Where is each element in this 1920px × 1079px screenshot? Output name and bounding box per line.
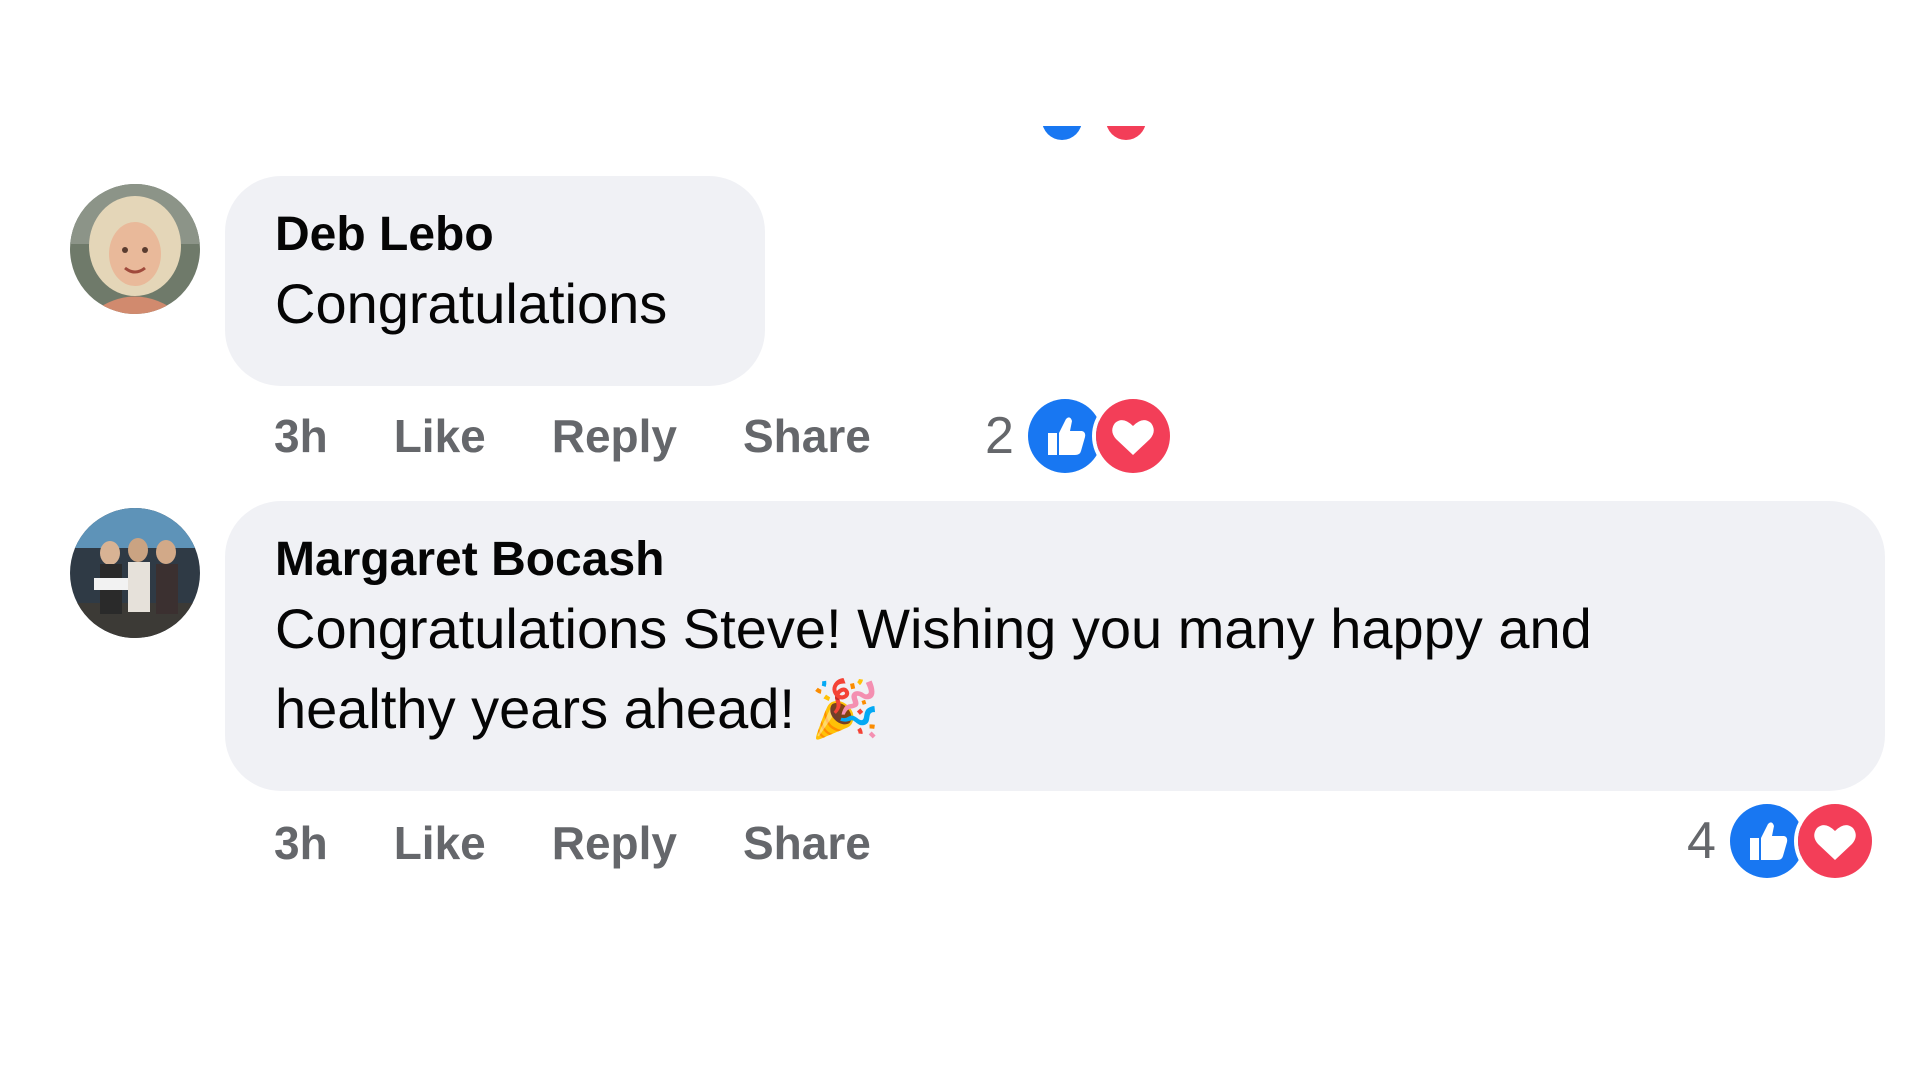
share-button[interactable]: Share (743, 816, 871, 870)
reply-button[interactable]: Reply (552, 409, 677, 463)
avatar[interactable] (70, 508, 200, 638)
comment-timestamp[interactable]: 3h (274, 409, 328, 463)
reaction-summary[interactable]: 4 (1687, 800, 1876, 882)
comment-actions: 3h Like Reply Share (274, 404, 937, 468)
reaction-summary[interactable]: 2 (985, 395, 1174, 477)
previous-comment-reactions (1038, 126, 1158, 146)
love-icon (1793, 800, 1876, 882)
comment-text: Congratulations (275, 272, 668, 335)
love-icon (1091, 395, 1174, 477)
like-icon (1042, 126, 1082, 140)
comment-timestamp[interactable]: 3h (274, 816, 328, 870)
reply-button[interactable]: Reply (552, 816, 677, 870)
comment-bubble: Margaret Bocash Congratulations Steve! W… (225, 501, 1885, 791)
avatar[interactable] (70, 184, 200, 314)
reaction-count: 4 (1687, 812, 1716, 870)
like-button[interactable]: Like (394, 409, 486, 463)
reaction-count: 2 (985, 407, 1014, 465)
love-icon (1106, 126, 1146, 140)
comment-author[interactable]: Margaret Bocash (275, 531, 1835, 589)
comment-bubble: Deb Lebo Congratulations (225, 176, 765, 386)
comment-actions: 3h Like Reply Share (274, 811, 937, 875)
comment-text: Congratulations Steve! Wishing you many … (275, 597, 1592, 740)
share-button[interactable]: Share (743, 409, 871, 463)
like-button[interactable]: Like (394, 816, 486, 870)
comment-author[interactable]: Deb Lebo (275, 206, 715, 264)
